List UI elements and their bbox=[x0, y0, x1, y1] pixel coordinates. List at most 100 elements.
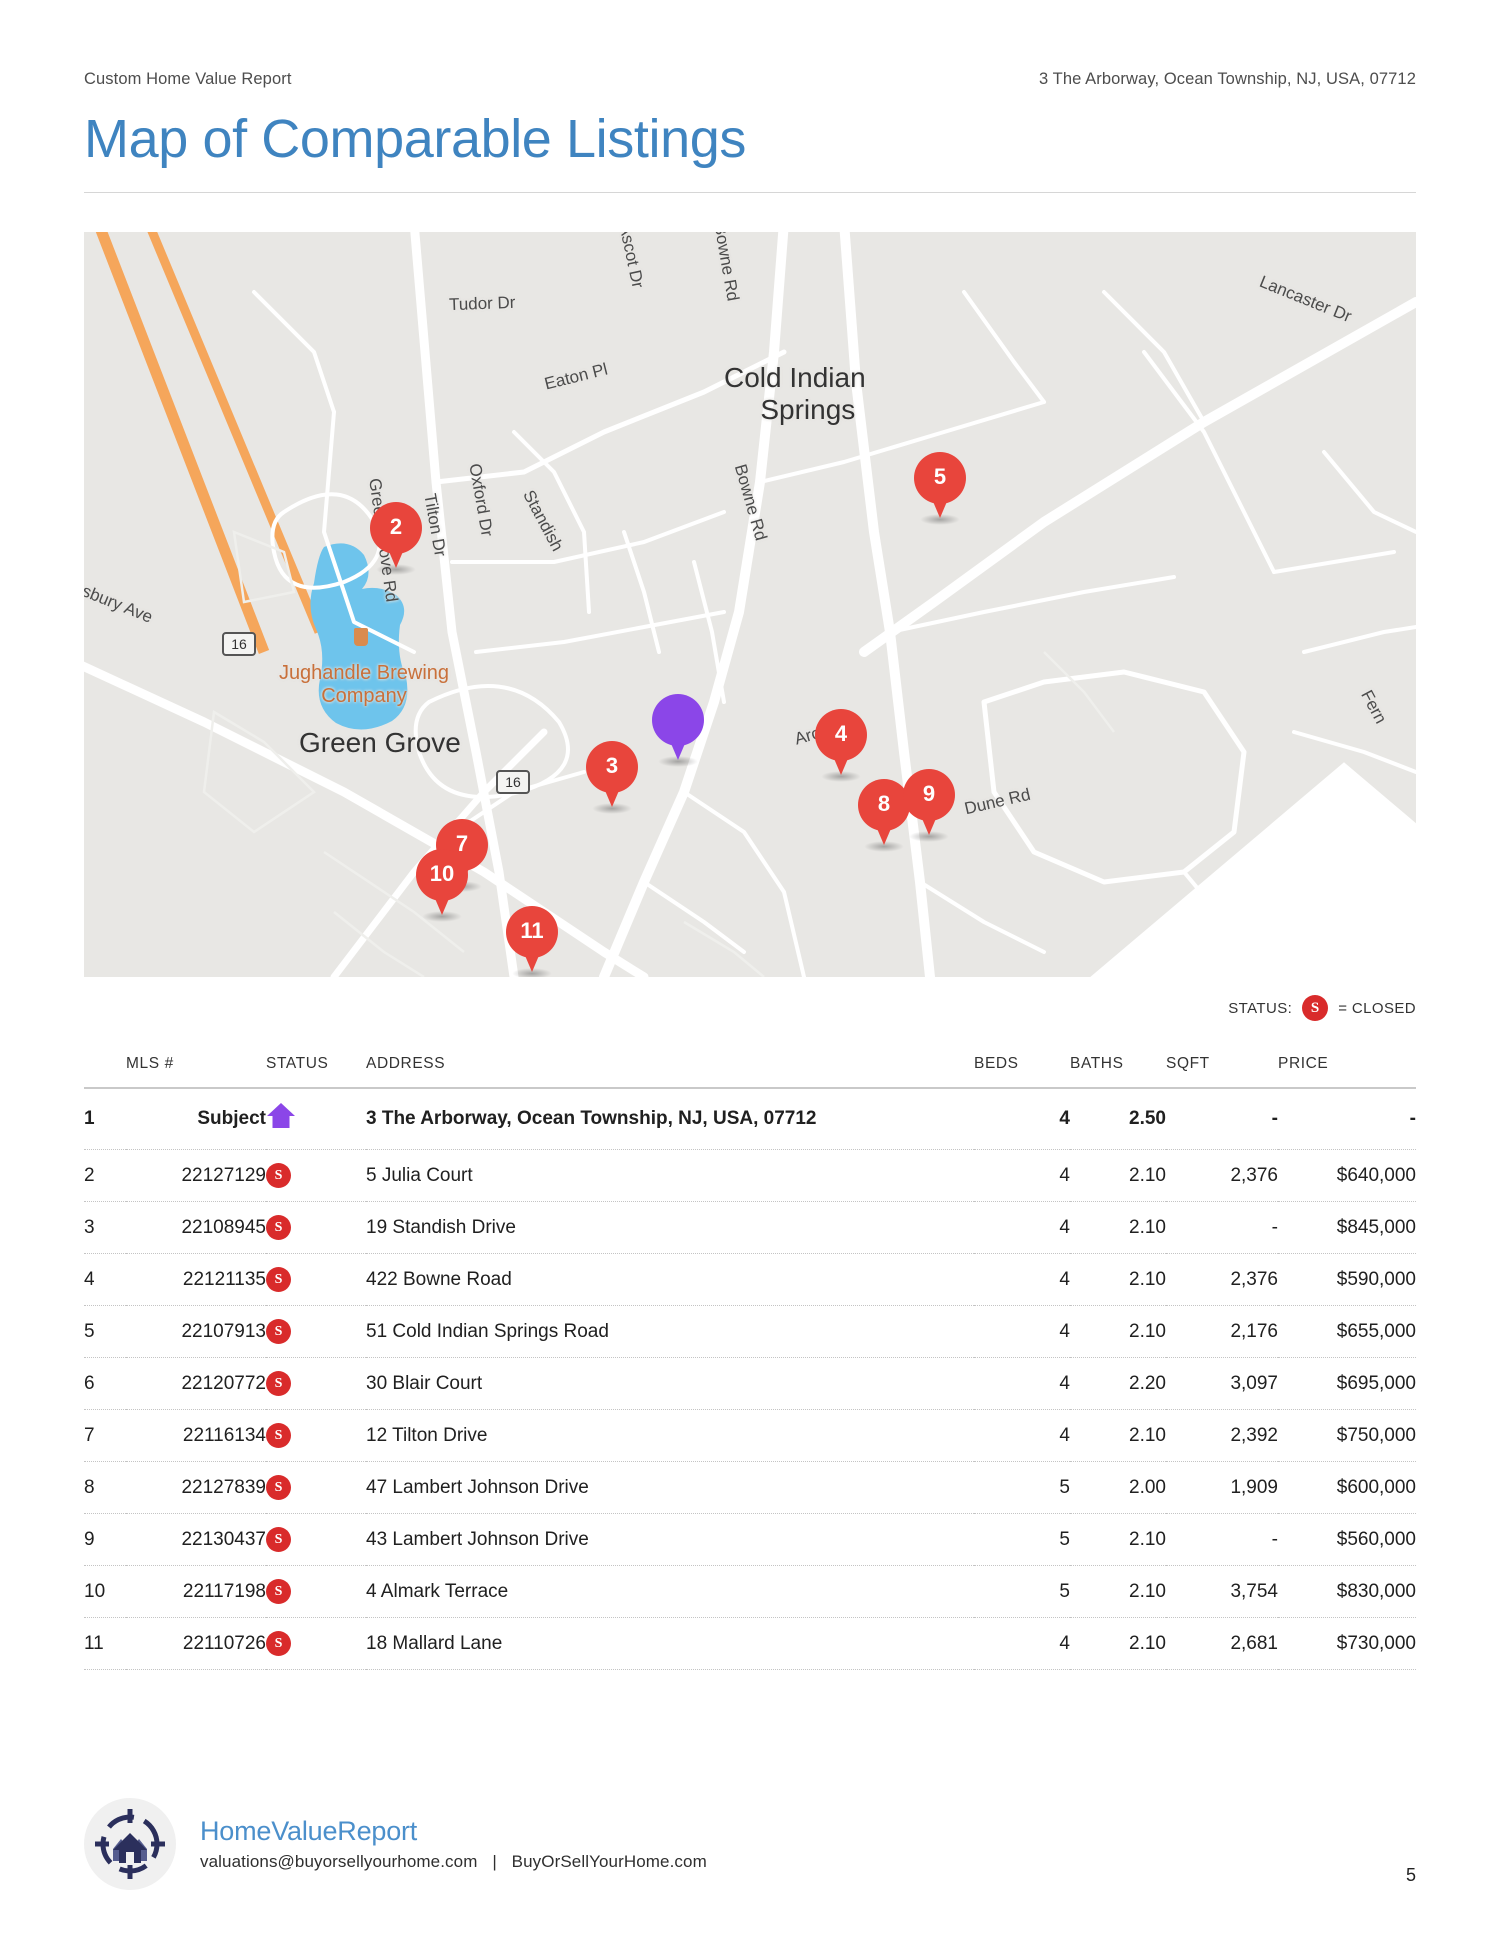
footer-website[interactable]: BuyOrSellYourHome.com bbox=[512, 1852, 707, 1871]
row-sqft: 3,097 bbox=[1166, 1358, 1278, 1410]
row-mls: Subject bbox=[126, 1088, 266, 1150]
row-address: 30 Blair Court bbox=[366, 1358, 974, 1410]
row-beds: 4 bbox=[974, 1358, 1070, 1410]
row-index: 11 bbox=[84, 1618, 126, 1670]
row-baths: 2.10 bbox=[1070, 1202, 1166, 1254]
table-row[interactable]: 622120772S30 Blair Court42.203,097$695,0… bbox=[84, 1358, 1416, 1410]
map-marker-11[interactable]: 11 bbox=[506, 906, 558, 974]
row-status: S bbox=[266, 1618, 366, 1670]
row-baths: 2.10 bbox=[1070, 1514, 1166, 1566]
row-index: 10 bbox=[84, 1566, 126, 1618]
row-beds: 5 bbox=[974, 1462, 1070, 1514]
table-row[interactable]: 422121135S422 Bowne Road42.102,376$590,0… bbox=[84, 1254, 1416, 1306]
row-address: 47 Lambert Johnson Drive bbox=[366, 1462, 974, 1514]
col-address: ADDRESS bbox=[366, 1055, 974, 1088]
map-marker-3[interactable]: 3 bbox=[586, 741, 638, 809]
row-baths: 2.10 bbox=[1070, 1150, 1166, 1202]
status-badge-closed-icon: S bbox=[266, 1319, 291, 1344]
status-legend-label: STATUS: bbox=[1228, 1000, 1292, 1017]
row-address: 422 Bowne Road bbox=[366, 1254, 974, 1306]
row-beds: 4 bbox=[974, 1254, 1070, 1306]
row-baths: 2.50 bbox=[1070, 1088, 1166, 1150]
map-marker-subject[interactable] bbox=[652, 694, 704, 762]
comparables-table: MLS # STATUS ADDRESS BEDS BATHS SQFT PRI… bbox=[84, 1055, 1416, 1670]
col-beds: BEDS bbox=[974, 1055, 1070, 1088]
col-index bbox=[84, 1055, 126, 1088]
footer-text-block: HomeValueReport valuations@buyorsellyour… bbox=[200, 1816, 707, 1871]
table-row[interactable]: 522107913S51 Cold Indian Springs Road42.… bbox=[84, 1306, 1416, 1358]
row-baths: 2.20 bbox=[1070, 1358, 1166, 1410]
status-badge-closed-icon: S bbox=[266, 1215, 291, 1240]
route-shield-16-bottom: 16 bbox=[496, 770, 530, 794]
table-header: MLS # STATUS ADDRESS BEDS BATHS SQFT PRI… bbox=[84, 1055, 1416, 1088]
row-address: 51 Cold Indian Springs Road bbox=[366, 1306, 974, 1358]
row-baths: 2.00 bbox=[1070, 1462, 1166, 1514]
table-row[interactable]: 222127129S5 Julia Court42.102,376$640,00… bbox=[84, 1150, 1416, 1202]
row-index: 7 bbox=[84, 1410, 126, 1462]
page-number: 5 bbox=[1406, 1865, 1416, 1886]
row-sqft: 2,376 bbox=[1166, 1150, 1278, 1202]
status-badge-closed-icon: S bbox=[266, 1579, 291, 1604]
row-price: $600,000 bbox=[1278, 1462, 1416, 1514]
row-address: 4 Almark Terrace bbox=[366, 1566, 974, 1618]
table-row[interactable]: 922130437S43 Lambert Johnson Drive52.10-… bbox=[84, 1514, 1416, 1566]
row-index: 1 bbox=[84, 1088, 126, 1150]
row-status: S bbox=[266, 1462, 366, 1514]
row-mls: 22116134 bbox=[126, 1410, 266, 1462]
row-price: $750,000 bbox=[1278, 1410, 1416, 1462]
row-beds: 5 bbox=[974, 1566, 1070, 1618]
table-row[interactable]: 1022117198S4 Almark Terrace52.103,754$83… bbox=[84, 1566, 1416, 1618]
row-beds: 4 bbox=[974, 1618, 1070, 1670]
row-status: S bbox=[266, 1150, 366, 1202]
col-price: PRICE bbox=[1278, 1055, 1416, 1088]
map-marker-2[interactable]: 2 bbox=[370, 502, 422, 570]
marker-label: 11 bbox=[506, 906, 558, 956]
table-row[interactable]: 822127839S47 Lambert Johnson Drive52.001… bbox=[84, 1462, 1416, 1514]
marker-label: 10 bbox=[416, 849, 468, 899]
col-status: STATUS bbox=[266, 1055, 366, 1088]
title-divider bbox=[84, 192, 1416, 193]
row-baths: 2.10 bbox=[1070, 1618, 1166, 1670]
target-house-icon bbox=[91, 1805, 169, 1883]
status-legend: STATUS: S = CLOSED bbox=[1228, 995, 1416, 1021]
row-sqft: 2,376 bbox=[1166, 1254, 1278, 1306]
row-status: S bbox=[266, 1566, 366, 1618]
row-mls: 22117198 bbox=[126, 1566, 266, 1618]
row-baths: 2.10 bbox=[1070, 1254, 1166, 1306]
footer-email[interactable]: valuations@buyorsellyourhome.com bbox=[200, 1852, 477, 1871]
row-address: 19 Standish Drive bbox=[366, 1202, 974, 1254]
row-price: $590,000 bbox=[1278, 1254, 1416, 1306]
row-mls: 22107913 bbox=[126, 1306, 266, 1358]
page-title: Map of Comparable Listings bbox=[84, 108, 746, 170]
row-status: S bbox=[266, 1254, 366, 1306]
row-address: 3 The Arborway, Ocean Township, NJ, USA,… bbox=[366, 1088, 974, 1150]
table-row[interactable]: 1Subject 3 The Arborway, Ocean Township, … bbox=[84, 1088, 1416, 1150]
row-status bbox=[266, 1088, 366, 1150]
table-row[interactable]: 322108945S19 Standish Drive42.10-$845,00… bbox=[84, 1202, 1416, 1254]
row-sqft: - bbox=[1166, 1202, 1278, 1254]
row-beds: 5 bbox=[974, 1514, 1070, 1566]
table-body: 1Subject 3 The Arborway, Ocean Township, … bbox=[84, 1088, 1416, 1670]
row-status: S bbox=[266, 1306, 366, 1358]
row-mls: 22121135 bbox=[126, 1254, 266, 1306]
row-mls: 22127839 bbox=[126, 1462, 266, 1514]
row-beds: 4 bbox=[974, 1150, 1070, 1202]
row-sqft: 2,392 bbox=[1166, 1410, 1278, 1462]
map-marker-5[interactable]: 5 bbox=[914, 452, 966, 520]
row-sqft: 2,681 bbox=[1166, 1618, 1278, 1670]
row-baths: 2.10 bbox=[1070, 1306, 1166, 1358]
row-price: $560,000 bbox=[1278, 1514, 1416, 1566]
row-price: - bbox=[1278, 1088, 1416, 1150]
footer-separator: | bbox=[492, 1852, 497, 1871]
page-footer: HomeValueReport valuations@buyorsellyour… bbox=[84, 1798, 707, 1890]
map-marker-10[interactable]: 10 bbox=[416, 849, 468, 917]
row-index: 5 bbox=[84, 1306, 126, 1358]
status-badge-closed-icon: S bbox=[266, 1371, 291, 1396]
table-row[interactable]: 722116134S12 Tilton Drive42.102,392$750,… bbox=[84, 1410, 1416, 1462]
row-mls: 22108945 bbox=[126, 1202, 266, 1254]
table-row[interactable]: 1122110726S18 Mallard Lane42.102,681$730… bbox=[84, 1618, 1416, 1670]
row-index: 4 bbox=[84, 1254, 126, 1306]
col-sqft: SQFT bbox=[1166, 1055, 1278, 1088]
row-address: 12 Tilton Drive bbox=[366, 1410, 974, 1462]
comparables-map[interactable]: Tudor Dr Green Grove Rd Ascot Dr Bowne R… bbox=[84, 232, 1416, 977]
